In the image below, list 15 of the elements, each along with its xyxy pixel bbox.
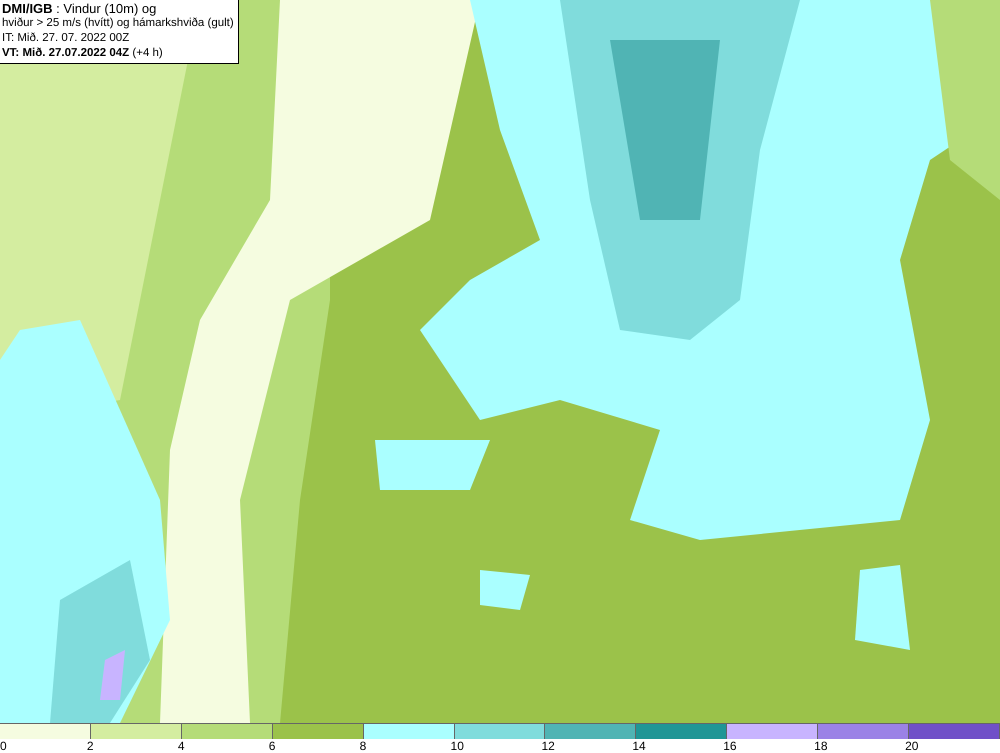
header-line: hviður > 25 m/s (hvítt) og hámarkshviða (gult) xyxy=(2,16,234,31)
legend-label: 10 xyxy=(450,739,464,753)
legend-label: 14 xyxy=(632,739,646,753)
header-line: VT: Mið. 27.07.2022 04Z (+4 h) xyxy=(2,46,164,61)
header-line: DMI/IGB : Vindur (10m) og xyxy=(2,1,158,16)
legend-label: 6 xyxy=(268,739,276,753)
legend-label: 0 xyxy=(0,739,7,753)
legend-label: 8 xyxy=(360,739,366,753)
legend-label: 4 xyxy=(178,739,184,753)
legend-label: 20 xyxy=(905,739,918,753)
header-line: IT: Mið. 27. 07. 2022 00Z xyxy=(2,31,130,46)
legend-label: 2 xyxy=(86,739,94,753)
legend-label: 18 xyxy=(814,739,828,753)
legend-label: 12 xyxy=(541,739,555,753)
legend-label: 16 xyxy=(723,739,737,753)
